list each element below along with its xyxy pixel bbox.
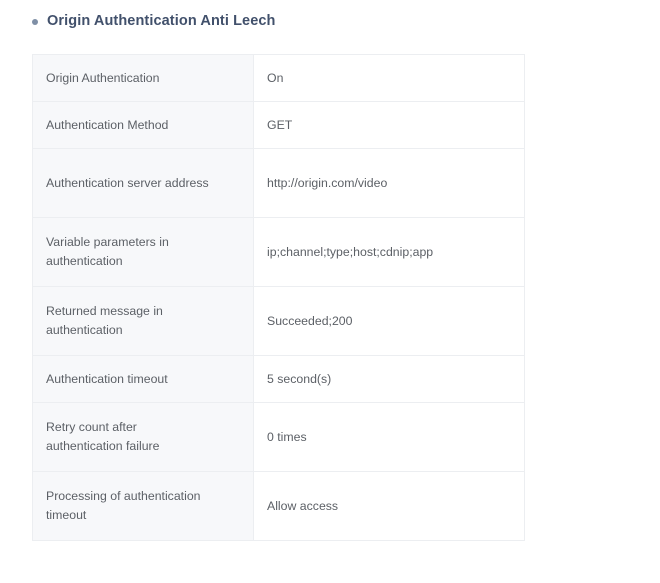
table-cell-label: Authentication timeout (32, 355, 254, 403)
table-row: Processing of authentication timeout All… (32, 471, 525, 541)
row-label: Variable parameters in authentication (46, 235, 169, 268)
row-value: http://origin.com/video (267, 175, 388, 190)
origin-authentication-table: Origin Authentication On Authentication … (32, 54, 525, 541)
row-label: Returned message in authentication (46, 304, 163, 337)
table-cell-value: GET (253, 101, 525, 149)
row-label: Authentication timeout (46, 371, 168, 386)
table-cell-label: Authentication Method (32, 101, 254, 149)
table-row: Authentication server address http://ori… (32, 148, 525, 218)
row-label: Origin Authentication (46, 70, 160, 85)
table-row: Origin Authentication On (32, 54, 525, 102)
row-value: ip;channel;type;host;cdnip;app (267, 244, 434, 259)
table-row: Retry count after authentication failure… (32, 402, 525, 472)
row-value: 5 second(s) (267, 371, 332, 386)
table-cell-label: Retry count after authentication failure (32, 402, 254, 472)
table-cell-label: Origin Authentication (32, 54, 254, 102)
table-cell-label: Processing of authentication timeout (32, 471, 254, 541)
row-value: 0 times (267, 429, 307, 444)
row-value: Allow access (267, 498, 339, 513)
table-cell-label: Returned message in authentication (32, 286, 254, 356)
table-cell-value: On (253, 54, 525, 102)
row-label: Authentication Method (46, 117, 169, 132)
table-row: Returned message in authentication Succe… (32, 286, 525, 356)
table-cell-value: ip;channel;type;host;cdnip;app (253, 217, 525, 287)
row-label: Retry count after authentication failure (46, 420, 160, 453)
table-cell-value: Allow access (253, 471, 525, 541)
table-cell-label: Authentication server address (32, 148, 254, 218)
row-label: Authentication server address (46, 175, 209, 190)
table-cell-value: 0 times (253, 402, 525, 472)
table-row: Variable parameters in authentication ip… (32, 217, 525, 287)
page-title: Origin Authentication Anti Leech (47, 13, 276, 29)
page-root: Origin Authentication Anti Leech Origin … (0, 0, 660, 583)
table-row: Authentication Method GET (32, 101, 525, 149)
row-value: On (267, 70, 284, 85)
table-cell-value: 5 second(s) (253, 355, 525, 403)
row-value: GET (267, 117, 293, 132)
table-row: Authentication timeout 5 second(s) (32, 355, 525, 403)
row-value: Succeeded;200 (267, 313, 353, 328)
row-label: Processing of authentication timeout (46, 489, 201, 522)
section-heading: Origin Authentication Anti Leech (32, 13, 276, 30)
table-cell-label: Variable parameters in authentication (32, 217, 254, 287)
table-body: Origin Authentication On Authentication … (32, 54, 525, 541)
table-cell-value: http://origin.com/video (253, 148, 525, 218)
bullet-dot-icon (32, 18, 38, 25)
table-cell-value: Succeeded;200 (253, 286, 525, 356)
